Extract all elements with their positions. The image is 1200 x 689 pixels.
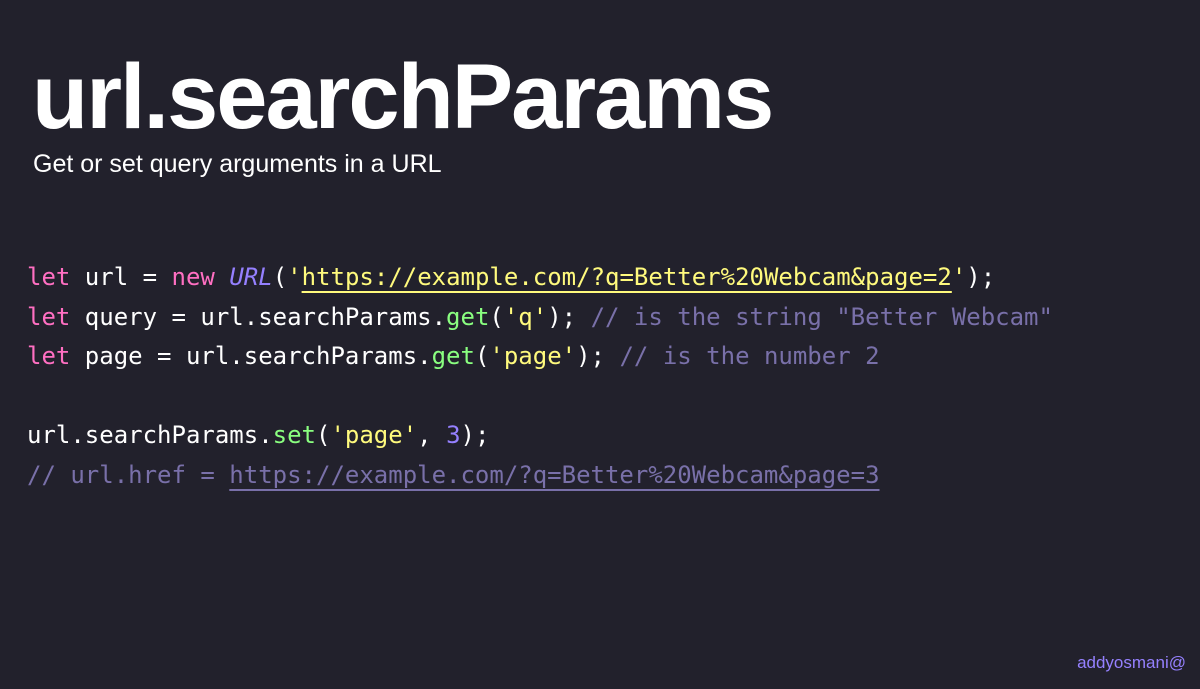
string-literal: 'q' — [503, 302, 548, 331]
code-paren: ); — [576, 342, 620, 370]
keyword-new: new — [171, 263, 215, 291]
slide-title: url.searchParams — [32, 46, 774, 148]
string-quote: ' — [951, 263, 967, 291]
code-paren: ); — [460, 421, 490, 449]
code-paren: ( — [474, 342, 490, 370]
code-line-1: let url = new URL('https://example.com/?… — [27, 258, 1053, 298]
slide: url.searchParams Get or set query argume… — [0, 0, 1200, 689]
code-text: page = url.searchParams. — [70, 342, 432, 370]
method-get: get — [431, 342, 475, 370]
code-text: url = — [70, 263, 172, 291]
string-literal: 'page' — [330, 421, 418, 449]
code-paren: ( — [489, 302, 504, 331]
code-paren: ( — [316, 421, 331, 449]
keyword-let: let — [27, 302, 71, 331]
comment-url-link[interactable]: https://example.com/?q=Better%20Webcam&p… — [229, 461, 879, 489]
code-comment: // url.href = — [27, 460, 230, 489]
code-block: let url = new URL('https://example.com/?… — [27, 258, 1053, 495]
code-paren: ); — [547, 302, 591, 331]
code-paren: ); — [966, 263, 996, 291]
number-literal: 3 — [446, 421, 461, 449]
code-line-2: let query = url.searchParams.get('q'); /… — [27, 298, 1053, 338]
code-line-3: let page = url.searchParams.get('page');… — [27, 337, 1053, 377]
string-literal: 'page' — [489, 342, 577, 370]
class-name: URL — [229, 263, 273, 291]
string-url-link[interactable]: https://example.com/?q=Better%20Webcam&p… — [302, 263, 952, 291]
slide-subtitle: Get or set query arguments in a URL — [33, 150, 442, 178]
code-line-6: // url.href = https://example.com/?q=Bet… — [27, 456, 1053, 496]
code-separator: , — [417, 421, 447, 449]
code-line-5: url.searchParams.set('page', 3); — [27, 416, 1053, 456]
method-get: get — [446, 302, 490, 331]
code-text: url.searchParams. — [27, 421, 273, 449]
method-set: set — [272, 421, 316, 449]
keyword-let: let — [27, 263, 71, 291]
code-comment: // is the string "Better Webcam" — [590, 302, 1053, 331]
code-paren: ( — [272, 263, 288, 291]
code-text: query = url.searchParams. — [70, 302, 447, 331]
string-quote: ' — [287, 263, 302, 291]
footer-author: addyosmani@ — [1077, 653, 1186, 672]
code-comment: // is the number 2 — [619, 342, 880, 370]
keyword-let: let — [27, 342, 71, 370]
